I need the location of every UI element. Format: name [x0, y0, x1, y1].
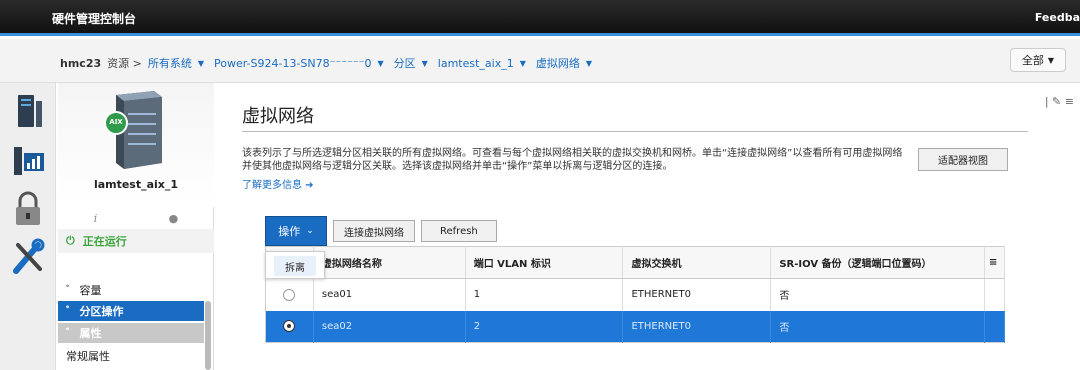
actions-button[interactable]: 操作 ⌄ — [265, 216, 327, 246]
chevron-down-icon[interactable]: ▼ — [586, 59, 592, 68]
column-header-switch[interactable]: 虚拟交换机 — [622, 246, 772, 279]
nav-item-general-properties[interactable]: 常规属性 — [58, 346, 204, 366]
breadcrumb-partition[interactable]: lamtest_aix_1 — [438, 57, 514, 70]
partition-panel: AIX lamtest_aix_1 i ● ⏻ 正在运行 ﾞ 容量 ﾞ 分区操作… — [58, 83, 214, 370]
cell-switch: ETHERNET0 — [622, 278, 772, 311]
actions-label: 操作 — [278, 225, 301, 238]
nav-section-label: 属性 — [79, 327, 102, 340]
lock-icon[interactable] — [10, 189, 46, 229]
chevron-down-icon[interactable]: ▼ — [198, 59, 204, 68]
power-icon: ⏻ — [66, 234, 75, 247]
settings-icon[interactable]: ● — [169, 212, 179, 225]
cell-sriov: 否 — [770, 310, 985, 343]
breadcrumb-virtual-network[interactable]: 虚拟网络 — [536, 55, 580, 71]
nav-item-label: 常规属性 — [66, 350, 110, 363]
nav-section-properties[interactable]: ﾞ 属性 — [58, 323, 204, 343]
column-header-sriov[interactable]: SR-IOV 备份（逻辑端口位置码） — [770, 246, 985, 279]
chevron-down-icon[interactable]: ▼ — [422, 59, 428, 68]
feedback-link[interactable]: Feedba — [1035, 11, 1080, 24]
chevron-down-icon[interactable]: ▼ — [377, 59, 383, 68]
column-header-name[interactable]: 虚拟网络名称 — [313, 246, 466, 279]
main-content: | ✎ ≡ 虚拟网络 该表列示了与所选逻辑分区相关联的所有虚拟网络。可查看与每个… — [228, 83, 1080, 370]
breadcrumb-all-systems[interactable]: 所有系统 — [148, 55, 192, 71]
scope-value: 全部 — [1021, 54, 1044, 67]
learn-more-link[interactable]: 了解更多信息 ➔ — [242, 176, 314, 191]
row-select[interactable] — [265, 310, 314, 343]
chevron-down-icon: ⌄ — [306, 226, 314, 236]
info-icon[interactable]: i — [94, 212, 98, 225]
chevron-down-icon: ﾞ — [66, 305, 72, 318]
nav-section-partition-actions[interactable]: ﾞ 分区操作 — [58, 301, 204, 321]
cell-name: sea02 — [313, 310, 466, 343]
actions-menu: 拆离 — [265, 251, 325, 279]
column-header-vlan[interactable]: 端口 VLAN 标识 — [465, 246, 624, 279]
status-badge: ⏻ 正在运行 — [58, 229, 214, 253]
title-divider — [242, 131, 1028, 132]
radio-button[interactable] — [283, 288, 296, 301]
chevron-up-icon: ﾞ — [66, 327, 72, 340]
column-menu-icon[interactable]: ≡ — [984, 246, 1006, 279]
cell-switch: ETHERNET0 — [622, 310, 772, 343]
scrollbar[interactable] — [205, 301, 211, 370]
breadcrumb-resources[interactable]: 资源 > — [107, 55, 142, 71]
table-header-row: 虚拟网络名称 端口 VLAN 标识 虚拟交换机 SR-IOV 备份（逻辑端口位置… — [265, 246, 1006, 279]
breadcrumb-partitions[interactable]: 分区 — [394, 55, 416, 71]
nav-section-label: 分区操作 — [79, 305, 124, 318]
refresh-button[interactable]: Refresh — [421, 220, 497, 242]
partition-tools: i ● — [58, 207, 214, 229]
cell-empty — [984, 310, 1006, 343]
nav-section-capacity[interactable]: ﾞ 容量 — [58, 280, 204, 300]
breadcrumb-host[interactable]: hmc23 — [60, 57, 101, 70]
app-title: 硬件管理控制台 — [52, 12, 137, 26]
nav-section-label: 容量 — [79, 284, 102, 297]
monitor-chart-icon[interactable] — [10, 141, 46, 181]
adapter-view-button[interactable]: 适配器视图 — [918, 148, 1008, 171]
breadcrumb-system[interactable]: Power-S924-13-SN78⁻⁻⁻⁻⁻⁻0 — [214, 57, 371, 70]
chevron-down-icon: ▼ — [1047, 55, 1055, 65]
server-icon[interactable] — [10, 91, 46, 131]
breadcrumb: hmc23 资源 > 所有系统 ▼ Power-S924-13-SN78⁻⁻⁻⁻… — [60, 55, 596, 71]
cell-vlan: 1 — [465, 278, 624, 311]
cell-name: sea01 — [313, 278, 466, 311]
tools-icon[interactable] — [10, 237, 46, 277]
row-select[interactable] — [265, 278, 314, 311]
cell-empty — [984, 278, 1006, 311]
cell-vlan: 2 — [465, 310, 624, 343]
pin-icon[interactable]: | ✎ ≡ — [1045, 95, 1074, 108]
top-bar: 硬件管理控制台 Feedba — [0, 0, 1080, 36]
left-nav-icons — [0, 83, 56, 370]
table-row[interactable]: sea02 2 ETHERNET0 否 — [265, 310, 1006, 343]
virtual-network-table: 虚拟网络名称 端口 VLAN 标识 虚拟交换机 SR-IOV 备份（逻辑端口位置… — [265, 246, 1006, 343]
breadcrumb-bar: hmc23 资源 > 所有系统 ▼ Power-S924-13-SN78⁻⁻⁻⁻… — [0, 39, 1080, 83]
scope-select[interactable]: 全部 ▼ — [1010, 48, 1066, 72]
cell-sriov: 否 — [770, 278, 985, 311]
table-toolbar: 操作 ⌄ 连接虚拟网络 Refresh — [265, 216, 497, 246]
page-description: 该表列示了与所选逻辑分区相关联的所有虚拟网络。可查看与每个虚拟网络相关联的虚拟交… — [242, 148, 903, 172]
partition-name: lamtest_aix_1 — [93, 178, 179, 191]
connect-network-button[interactable]: 连接虚拟网络 — [333, 220, 415, 242]
status-text: 正在运行 — [82, 235, 127, 248]
menu-item-detach[interactable]: 拆离 — [274, 256, 316, 276]
radio-button-selected[interactable] — [283, 320, 296, 333]
table-row[interactable]: sea01 1 ETHERNET0 否 — [265, 278, 1006, 311]
aix-badge: AIX — [109, 118, 123, 126]
page-title: 虚拟网络 — [242, 106, 314, 127]
server-rack-icon — [104, 91, 162, 169]
chevron-down-icon[interactable]: ▼ — [520, 59, 526, 68]
chevron-down-icon: ﾞ — [66, 284, 72, 297]
